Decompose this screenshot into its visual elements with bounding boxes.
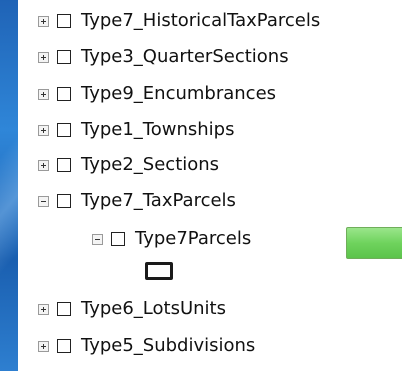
visibility-checkbox[interactable] (57, 194, 71, 208)
layer-row-type1-townships[interactable]: Type1_Townships (38, 116, 234, 144)
layer-row-type5-subdivisions[interactable]: Type5_Subdivisions (38, 332, 255, 360)
layer-label: Type7_HistoricalTaxParcels (81, 10, 321, 31)
visibility-checkbox[interactable] (57, 14, 71, 28)
layer-row-type9-encumbrances[interactable]: Type9_Encumbrances (38, 80, 276, 108)
layer-label: Type5_Subdivisions (81, 335, 256, 356)
visibility-checkbox[interactable] (57, 50, 71, 64)
expand-plus-icon[interactable] (38, 124, 49, 136)
layer-label: Type3_QuarterSections (81, 46, 289, 67)
layer-label: Type7_TaxParcels (81, 190, 236, 211)
layer-label: Type9_Encumbrances (81, 83, 277, 104)
expand-plus-icon[interactable] (38, 340, 49, 352)
visibility-checkbox[interactable] (57, 87, 71, 101)
expand-plus-icon[interactable] (38, 15, 49, 27)
layer-row-type2-sections[interactable]: Type2_Sections (38, 151, 219, 179)
expand-plus-icon[interactable] (38, 88, 49, 100)
layer-row-type6-lotsunits[interactable]: Type6_LotsUnits (38, 295, 226, 323)
visibility-checkbox[interactable] (57, 123, 71, 137)
layer-row-type7parcels[interactable]: Type7Parcels (92, 225, 251, 253)
collapse-minus-icon[interactable] (92, 233, 103, 245)
layer-row-type7-taxparcels[interactable]: Type7_TaxParcels (38, 187, 236, 215)
polygon-symbol-swatch[interactable] (145, 262, 173, 280)
collapse-minus-icon[interactable] (38, 195, 49, 207)
expand-plus-icon[interactable] (38, 159, 49, 171)
visibility-checkbox[interactable] (57, 158, 71, 172)
green-symbol-swatch (346, 227, 402, 259)
layer-row-type3-quartersections[interactable]: Type3_QuarterSections (38, 43, 289, 71)
layer-label: Type1_Townships (81, 119, 235, 140)
layer-label: Type2_Sections (81, 154, 220, 175)
visibility-checkbox[interactable] (57, 302, 71, 316)
expand-plus-icon[interactable] (38, 303, 49, 315)
visibility-checkbox[interactable] (57, 339, 71, 353)
layer-row-type7-historicaltaxparcels[interactable]: Type7_HistoricalTaxParcels (38, 7, 320, 35)
layer-label: Type6_LotsUnits (81, 298, 226, 319)
visibility-checkbox[interactable] (111, 232, 125, 246)
desktop-background (0, 0, 18, 371)
expand-plus-icon[interactable] (38, 51, 49, 63)
table-of-contents-panel: Type7_HistoricalTaxParcels Type3_Quarter… (18, 0, 402, 371)
layer-label: Type7Parcels (135, 228, 252, 249)
